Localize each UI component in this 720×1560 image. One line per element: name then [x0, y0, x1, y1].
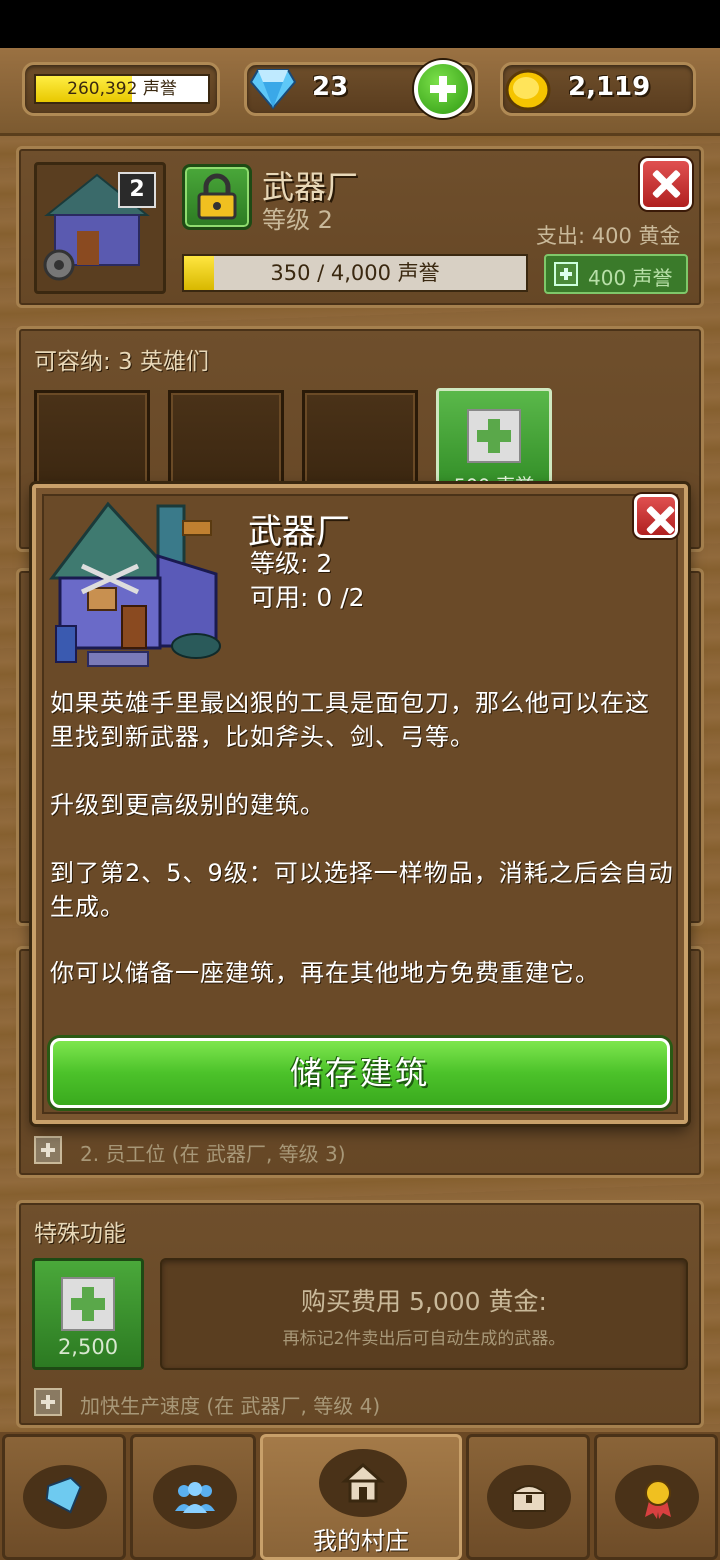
gem-icon — [45, 1477, 82, 1514]
lock-button[interactable] — [182, 164, 252, 230]
medal-icon — [645, 1480, 671, 1519]
upgrade-button-label: 400 声誉 — [588, 266, 673, 290]
building-level: 等级 2 — [262, 206, 333, 234]
house-icon — [341, 1462, 385, 1503]
nav-tab-achievements[interactable] — [594, 1434, 718, 1560]
plus-icon — [554, 262, 578, 286]
diamond-icon — [250, 69, 296, 110]
weapon-factory-image — [48, 501, 221, 667]
special-feature-desc: 再标记2件卖出后可自动生成的武器。 — [282, 1329, 566, 1349]
upgrade-button[interactable]: 400 声誉 — [544, 254, 688, 294]
speed-up-row: 加快生产速度 (在 武器厂, 等级 4) — [80, 1394, 381, 1418]
plus-icon — [61, 1277, 115, 1331]
nav-village-label: 我的村庄 — [313, 1527, 409, 1555]
modal-description-3: 到了第2、5、9级：可以选择一样物品，消耗之后会自动生成。 — [50, 859, 674, 921]
reputation-value: 260,392 声誉 — [67, 79, 177, 99]
building-level-badge: 2 — [118, 172, 156, 208]
people-icon — [175, 1482, 215, 1513]
nav-tab-heroes[interactable] — [130, 1434, 256, 1560]
plus-icon — [34, 1388, 62, 1416]
modal-available: 可用: 0 /2 — [250, 583, 365, 612]
special-feature-cost: 2,500 — [57, 1335, 119, 1359]
plus-icon — [34, 1136, 62, 1164]
upgrade-progress-text: 350 / 4,000 声誉 — [270, 261, 440, 285]
plus-icon — [467, 409, 521, 463]
gems-value: 23 — [312, 72, 349, 102]
special-features-title: 特殊功能 — [34, 1221, 126, 1247]
heroes-capacity-title: 可容纳: 3 英雄们 — [34, 349, 210, 375]
store-building-label: 储存建筑 — [289, 1054, 430, 1092]
modal-level: 等级: 2 — [250, 549, 333, 578]
gold-coin-icon — [505, 69, 551, 111]
modal-description-2: 升级到更高级别的建筑。 — [50, 791, 325, 819]
modal-description-4: 你可以储备一座建筑，再在其他地方免费重建它。 — [50, 959, 600, 987]
treasure-chest-icon — [510, 1485, 548, 1512]
special-feature-info: 购买费用 5,000 黄金: 再标记2件卖出后可自动生成的武器。 — [160, 1258, 688, 1370]
reputation-bar: 260,392 声誉 — [34, 74, 210, 104]
special-feature-button[interactable]: 2,500 — [32, 1258, 144, 1370]
close-building-button[interactable] — [640, 158, 692, 210]
close-modal-button[interactable] — [634, 494, 678, 538]
nav-tab-gems[interactable] — [2, 1434, 126, 1560]
modal-description-1: 如果英雄手里最凶狠的工具是面包刀，那么他可以在这里找到新武器，比如斧头、剑、弓等… — [50, 689, 650, 751]
nav-tab-treasure[interactable] — [466, 1434, 590, 1560]
upgrade-progress-bar: 350 / 4,000 声誉 — [182, 254, 528, 292]
staff-slot-row: 2. 员工位 (在 武器厂, 等级 3) — [80, 1142, 346, 1166]
gold-value: 2,119 — [568, 72, 651, 102]
nav-tab-village[interactable]: 我的村庄 — [260, 1434, 462, 1560]
buy-gems-button[interactable] — [414, 60, 472, 118]
store-building-button[interactable]: 储存建筑 — [50, 1038, 670, 1108]
upkeep-cost: 支出: 400 黄金 — [536, 224, 681, 248]
padlock-icon — [197, 173, 237, 220]
special-feature-buy-cost: 购买费用 5,000 黄金: — [301, 1287, 547, 1316]
